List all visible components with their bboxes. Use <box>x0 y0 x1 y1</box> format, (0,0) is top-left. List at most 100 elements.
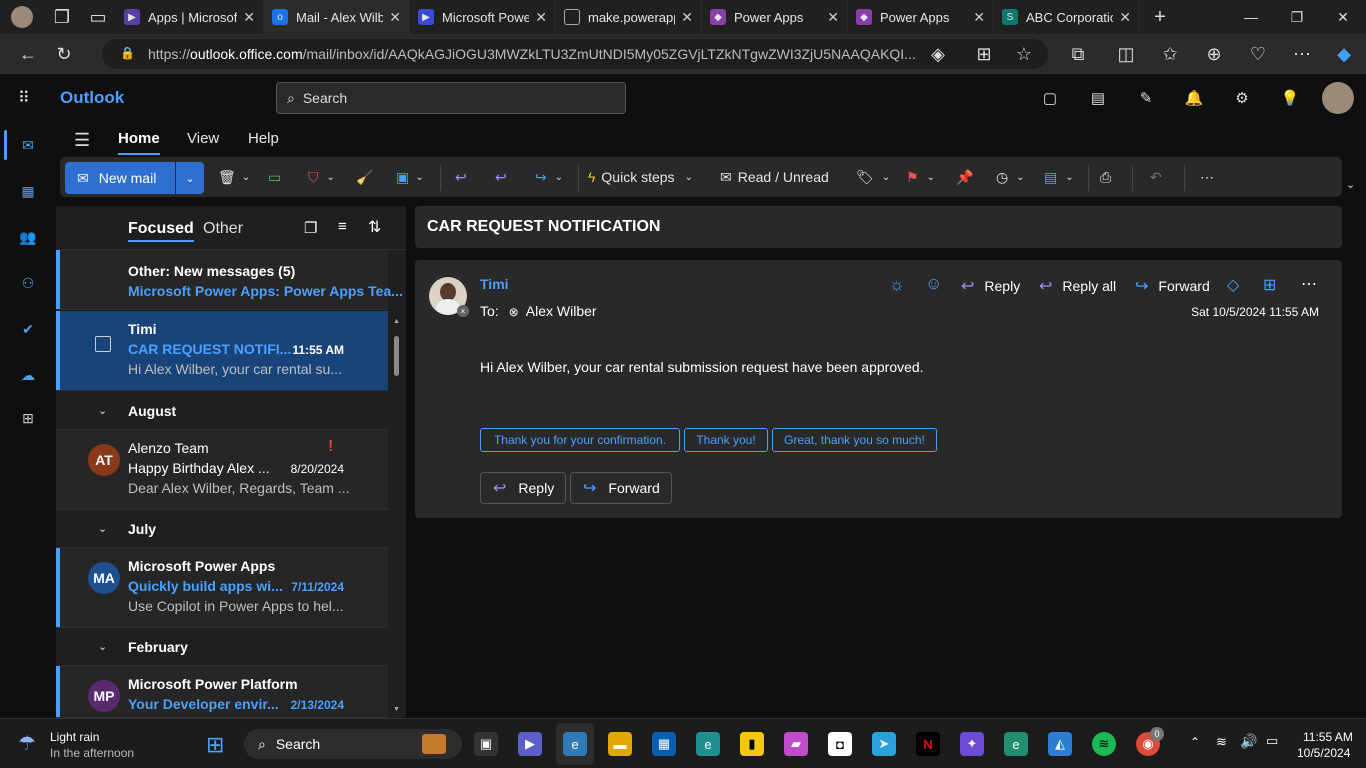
clipchamp-icon[interactable]: ▰ <box>784 732 808 756</box>
flag-icon[interactable]: ⚑ ⌄ <box>906 161 935 193</box>
pin-icon[interactable]: 📌 <box>956 161 973 193</box>
suggested-reply-3[interactable]: Great, thank you so much! <box>772 428 937 452</box>
emoji-icon[interactable]: ☺ <box>925 274 942 294</box>
delete-icon[interactable]: 🗑 ⌄ <box>218 161 250 193</box>
read-unread-button[interactable]: ✉ Read / Unread <box>720 161 829 193</box>
netflix-icon[interactable]: N <box>916 732 940 756</box>
restore-button[interactable]: ❐ <box>1274 0 1320 34</box>
sort-icon[interactable]: ⇅ <box>368 217 381 237</box>
url-field[interactable]: 🔒 https://outlook.office.com/mail/inbox/… <box>102 39 1048 69</box>
ribbon-collapse-icon[interactable]: ⌄ <box>1346 178 1355 191</box>
reply-all-icon[interactable]: ↩ <box>495 161 507 193</box>
brightness-icon[interactable]: ☼ <box>889 275 905 295</box>
people-icon[interactable]: 👥 <box>16 225 40 249</box>
capcut-icon[interactable]: ◘ <box>828 732 852 756</box>
collections-icon[interactable]: ⊕ <box>1196 38 1232 70</box>
profile-avatar[interactable] <box>0 1 44 33</box>
browser-essentials-icon[interactable]: ♡ <box>1240 38 1276 70</box>
list-scrollbar[interactable]: ▲ ▼ <box>392 318 402 718</box>
select-icon[interactable]: ❐ <box>304 219 317 237</box>
list-item[interactable]: AT Alenzo Team ! Happy Birthday Alex ...… <box>56 430 388 510</box>
print-icon[interactable]: ⎙ <box>1100 161 1111 193</box>
bottom-forward-button[interactable]: ↪ Forward <box>570 472 672 504</box>
weather-title[interactable]: Light rain <box>50 730 99 744</box>
suggested-reply-1[interactable]: Thank you for your confirmation. <box>480 428 680 452</box>
volume-icon[interactable]: 🔊 <box>1240 733 1257 750</box>
forward-button[interactable]: ↪ Forward <box>1135 276 1210 296</box>
todo-check-icon[interactable]: ✔ <box>16 317 40 341</box>
forward-icon[interactable]: ↪ ⌄ <box>535 161 563 193</box>
group-header-july[interactable]: ⌄ July <box>56 510 388 548</box>
browser-tab-5[interactable]: ◆ Power Apps ✕ <box>702 0 848 34</box>
tab-actions-icon[interactable]: ▭ <box>80 1 116 33</box>
tab-view[interactable]: View <box>187 130 219 147</box>
spotify-icon[interactable]: ≋ <box>1092 732 1116 756</box>
tab-other[interactable]: Other <box>203 220 243 238</box>
close-icon[interactable]: ✕ <box>389 9 401 26</box>
tab-home[interactable]: Home <box>118 130 160 155</box>
minimize-button[interactable]: — <box>1228 0 1274 34</box>
onedrive-icon[interactable]: ☁ <box>16 363 40 387</box>
snooze-clock-icon[interactable]: ◷ ⌄ <box>996 161 1025 193</box>
task-view-icon[interactable]: ▣ <box>474 732 498 756</box>
group-header-august[interactable]: ⌄ August <box>56 392 388 430</box>
close-icon[interactable]: ✕ <box>535 9 547 26</box>
copilot-icon[interactable]: ◆ <box>1326 38 1362 70</box>
split-screen-icon[interactable]: ◫ <box>1108 38 1144 70</box>
tab-help[interactable]: Help <box>248 130 279 147</box>
undo-icon[interactable]: ↶ <box>1150 161 1162 193</box>
refresh-button[interactable]: ↻ <box>46 38 82 70</box>
reply-all-button[interactable]: ↩ Reply all <box>1039 276 1116 296</box>
teams-icon[interactable]: ▶ <box>518 732 542 756</box>
close-icon[interactable]: ✕ <box>681 9 693 26</box>
close-icon[interactable]: ✕ <box>827 9 839 26</box>
report-icon[interactable]: ⛉ ⌄ <box>308 161 335 193</box>
browser-tab-6[interactable]: ◆ Power Apps ✕ <box>848 0 994 34</box>
more-apps-icon[interactable]: ⊞ <box>16 406 40 430</box>
reply-icon[interactable]: ↩ <box>455 161 467 193</box>
group-header-february[interactable]: ⌄ February <box>56 628 388 666</box>
list-item[interactable]: MP Microsoft Power Platform Your Develop… <box>56 666 388 718</box>
chevron-up-icon[interactable]: ⌃ <box>1190 735 1200 749</box>
more-actions-icon[interactable]: ⋯ <box>1301 274 1317 294</box>
taskbar-search[interactable]: ⌕ Search <box>244 729 462 759</box>
word-icon[interactable]: ▤ <box>1086 86 1110 110</box>
power-bi-icon[interactable]: ▮ <box>740 732 764 756</box>
telegram-icon[interactable]: ➤ <box>872 732 896 756</box>
back-button[interactable]: ← <box>10 38 46 70</box>
account-avatar[interactable] <box>1322 82 1354 114</box>
archive-icon[interactable]: ▭ <box>268 161 281 193</box>
file-explorer-icon[interactable]: ▬ <box>608 732 632 756</box>
groups-icon[interactable]: ⚇ <box>16 271 40 295</box>
tracking-icon[interactable]: ◈ <box>920 38 956 70</box>
calendar-icon[interactable]: ▦ <box>16 179 40 203</box>
select-checkbox[interactable] <box>95 336 111 352</box>
settings-gear-icon[interactable]: ⚙ <box>1230 86 1254 110</box>
scroll-up-arrow[interactable]: ▲ <box>393 318 400 325</box>
loop-icon[interactable]: ◇ <box>1227 275 1239 295</box>
more-options-icon[interactable]: ⋯ <box>1200 161 1214 193</box>
close-icon[interactable]: ✕ <box>973 9 985 26</box>
edge-beta-icon[interactable]: e <box>696 732 720 756</box>
scroll-thumb[interactable] <box>394 336 399 376</box>
store-icon[interactable]: ▦ <box>652 732 676 756</box>
list-item[interactable]: MA Microsoft Power Apps Quickly build ap… <box>56 548 388 628</box>
photos-icon[interactable]: ◭ <box>1048 732 1072 756</box>
copilot-app-icon[interactable]: ✦ <box>960 732 984 756</box>
browser-tab-3[interactable]: ▶ Microsoft Power ✕ <box>410 0 556 34</box>
suggested-reply-2[interactable]: Thank you! <box>684 428 768 452</box>
mail-icon[interactable]: ✉ <box>16 133 40 157</box>
new-tab-button[interactable]: + <box>1140 0 1180 34</box>
close-icon[interactable]: ✕ <box>243 9 255 26</box>
list-item-selected[interactable]: Timi CAR REQUEST NOTIFI... 11:55 AM Hi A… <box>56 311 388 391</box>
tips-lightbulb-icon[interactable]: 💡 <box>1278 86 1302 110</box>
rules-icon[interactable]: ▤ ⌄ <box>1044 161 1074 193</box>
filter-icon[interactable]: ≡ <box>338 218 347 235</box>
close-window-button[interactable]: ✕ <box>1320 0 1366 34</box>
apps-grid-icon[interactable]: ⊞ <box>1263 275 1276 295</box>
favorites-icon[interactable]: ✩ <box>1152 38 1188 70</box>
search-input[interactable]: ⌕ Search <box>276 82 626 114</box>
outlook-brand[interactable]: Outlook <box>60 88 124 108</box>
wifi-icon[interactable]: ≋ <box>1216 734 1227 750</box>
quick-steps-button[interactable]: ϟ Quick steps ⌄ <box>588 161 693 193</box>
